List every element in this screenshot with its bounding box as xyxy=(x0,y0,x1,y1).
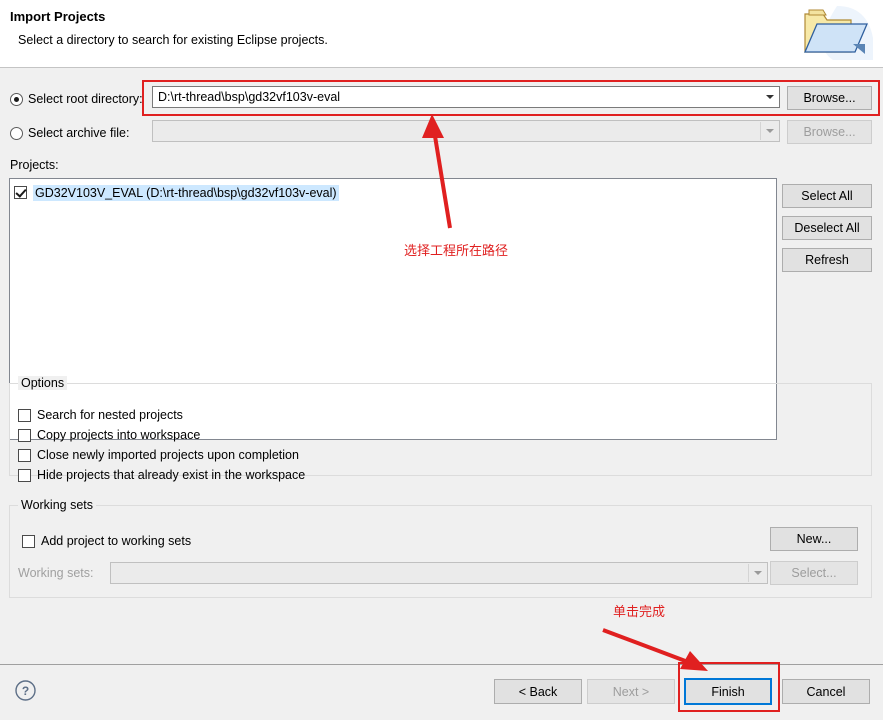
annotation-path-note: 选择工程所在路径 xyxy=(404,240,508,259)
svg-text:?: ? xyxy=(22,684,29,698)
back-button[interactable]: < Back xyxy=(494,679,582,704)
radio-root-directory-label: Select root directory: xyxy=(28,92,143,106)
working-sets-group: Working sets xyxy=(9,505,872,598)
list-item[interactable]: GD32V103V_EVAL (D:\rt-thread\bsp\gd32vf1… xyxy=(14,183,343,202)
checkbox-add-project-to-working-sets[interactable]: Add project to working sets xyxy=(22,531,191,551)
annotation-finish-note: 单击完成 xyxy=(613,601,665,620)
checkbox-indicator xyxy=(18,449,31,462)
archive-file-combo xyxy=(152,120,780,142)
select-working-set-button: Select... xyxy=(770,561,858,585)
checkbox-label: Close newly imported projects upon compl… xyxy=(37,448,299,462)
page-description: Select a directory to search for existin… xyxy=(18,33,328,47)
checkbox-label: Hide projects that already exist in the … xyxy=(37,468,305,482)
checkbox-indicator xyxy=(18,409,31,422)
radio-root-directory-indicator xyxy=(10,93,23,106)
checkbox-indicator xyxy=(18,469,31,482)
chevron-down-icon-working-sets xyxy=(749,563,767,583)
finish-button[interactable]: Finish xyxy=(684,678,772,705)
browse-root-directory-button[interactable]: Browse... xyxy=(787,86,872,110)
footer-separator xyxy=(0,664,883,665)
project-name: GD32V103V_EVAL (D:\rt-thread\bsp\gd32vf1… xyxy=(33,185,339,201)
page-title: Import Projects xyxy=(10,9,105,24)
checkbox-search-nested-projects[interactable]: Search for nested projects xyxy=(18,405,183,425)
radio-root-directory[interactable]: Select root directory: xyxy=(10,88,143,110)
help-icon[interactable]: ? xyxy=(15,680,36,701)
working-sets-combo-label: Working sets: xyxy=(18,566,94,580)
chevron-down-icon[interactable] xyxy=(761,87,779,107)
options-group-title: Options xyxy=(18,376,67,390)
checkbox-label: Add project to working sets xyxy=(41,534,191,548)
radio-archive-file[interactable]: Select archive file: xyxy=(10,122,129,144)
chevron-down-icon-archive xyxy=(761,121,779,141)
project-checkbox[interactable] xyxy=(14,186,27,199)
checkbox-indicator xyxy=(22,535,35,548)
root-directory-value: D:\rt-thread\bsp\gd32vf103v-eval xyxy=(153,90,761,104)
new-working-set-button[interactable]: New... xyxy=(770,527,858,551)
radio-archive-file-indicator xyxy=(10,127,23,140)
radio-archive-file-label: Select archive file: xyxy=(28,126,129,140)
projects-label: Projects: xyxy=(10,158,59,172)
checkbox-hide-existing-projects[interactable]: Hide projects that already exist in the … xyxy=(18,465,305,485)
checkbox-copy-projects-into-workspace[interactable]: Copy projects into workspace xyxy=(18,425,200,445)
dialog-header: Import Projects Select a directory to se… xyxy=(0,0,883,68)
checkbox-close-newly-imported-projects[interactable]: Close newly imported projects upon compl… xyxy=(18,445,299,465)
browse-archive-file-button: Browse... xyxy=(787,120,872,144)
refresh-button[interactable]: Refresh xyxy=(782,248,872,272)
import-folder-icon xyxy=(793,2,875,64)
checkbox-label: Copy projects into workspace xyxy=(37,428,200,442)
cancel-button[interactable]: Cancel xyxy=(782,679,870,704)
next-button: Next > xyxy=(587,679,675,704)
working-sets-group-title: Working sets xyxy=(18,498,96,512)
deselect-all-button[interactable]: Deselect All xyxy=(782,216,872,240)
root-directory-combo[interactable]: D:\rt-thread\bsp\gd32vf103v-eval xyxy=(152,86,780,108)
working-sets-combo xyxy=(110,562,768,584)
checkbox-indicator xyxy=(18,429,31,442)
dialog-body: Select root directory: D:\rt-thread\bsp\… xyxy=(0,68,883,720)
select-all-button[interactable]: Select All xyxy=(782,184,872,208)
checkbox-label: Search for nested projects xyxy=(37,408,183,422)
